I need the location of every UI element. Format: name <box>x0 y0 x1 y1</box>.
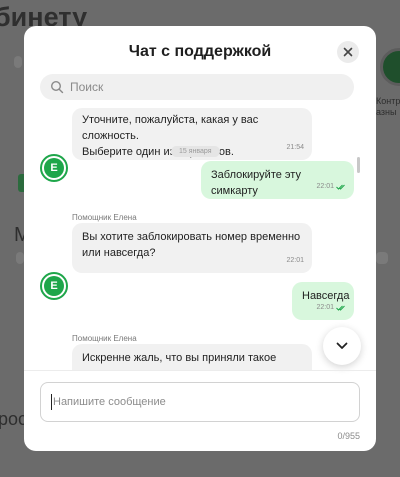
scroll-to-bottom-button[interactable] <box>323 327 361 365</box>
avatar-letter: E <box>44 276 64 296</box>
message-time-text: 22:01 <box>316 304 334 311</box>
chevron-down-icon <box>336 342 348 349</box>
background-bottom-text: рос <box>0 409 28 429</box>
message-time: 22:01 <box>286 253 304 269</box>
input-divider <box>24 370 376 371</box>
search-placeholder: Поиск <box>70 80 104 94</box>
avatar-letter: E <box>44 158 64 178</box>
chat-scrollbar[interactable] <box>357 157 360 173</box>
message-bubble-incoming: Вы хотите заблокировать номер временно и… <box>72 223 312 273</box>
background-chip <box>16 252 24 264</box>
background-avatar <box>380 48 400 86</box>
background-side-label-bottom: азны <box>376 107 397 117</box>
background-side-label-top: Контр <box>376 96 400 106</box>
message-time: 22:01 <box>316 179 346 195</box>
character-counter: 0/955 <box>337 431 360 441</box>
assistant-avatar: E <box>40 154 68 182</box>
message-bubble-outgoing: Заблокируйте эту симкарту 22:01 <box>201 161 354 199</box>
date-separator: 15 января <box>171 146 220 157</box>
text-caret <box>51 394 52 410</box>
background-chip <box>14 56 22 68</box>
modal-title: Чат с поддержкой <box>128 43 272 60</box>
support-chat-modal: Чат с поддержкой Поиск E Уточните, пожал… <box>24 26 376 451</box>
double-check-icon <box>336 184 345 190</box>
message-sender: Помощник Елена <box>72 334 137 343</box>
message-time: 22:01 <box>316 300 346 316</box>
message-time-text: 22:01 <box>316 183 334 190</box>
message-input[interactable]: Напишите сообщение <box>40 382 360 422</box>
double-check-icon <box>336 305 345 311</box>
background-chip <box>376 252 388 264</box>
close-icon <box>343 47 353 57</box>
message-bubble-incoming: Искренне жаль, что вы приняли такое <box>72 344 312 370</box>
message-input-placeholder: Напишите сообщение <box>53 396 166 408</box>
background-side-label: Контр азны <box>376 96 400 118</box>
message-time-text: 22:01 <box>286 257 304 264</box>
message-text: или навсегда? <box>82 247 156 259</box>
message-bubble-outgoing: Навсегда 22:01 <box>292 282 354 320</box>
message-sender: Помощник Елена <box>72 213 137 222</box>
message-text: Уточните, пожалуйста, какая у вас сложно… <box>82 114 259 142</box>
search-icon <box>50 80 64 94</box>
close-button[interactable] <box>337 41 359 63</box>
chat-messages-area[interactable]: E Уточните, пожалуйста, какая у вас слож… <box>24 106 376 370</box>
message-text: Искренне жаль, что вы приняли такое <box>82 352 277 364</box>
message-time: 21:54 <box>286 140 304 156</box>
message-time-text: 21:54 <box>286 144 304 151</box>
assistant-avatar: E <box>40 272 68 300</box>
search-input[interactable]: Поиск <box>40 74 354 100</box>
message-text: Вы хотите заблокировать номер временно <box>82 231 301 243</box>
